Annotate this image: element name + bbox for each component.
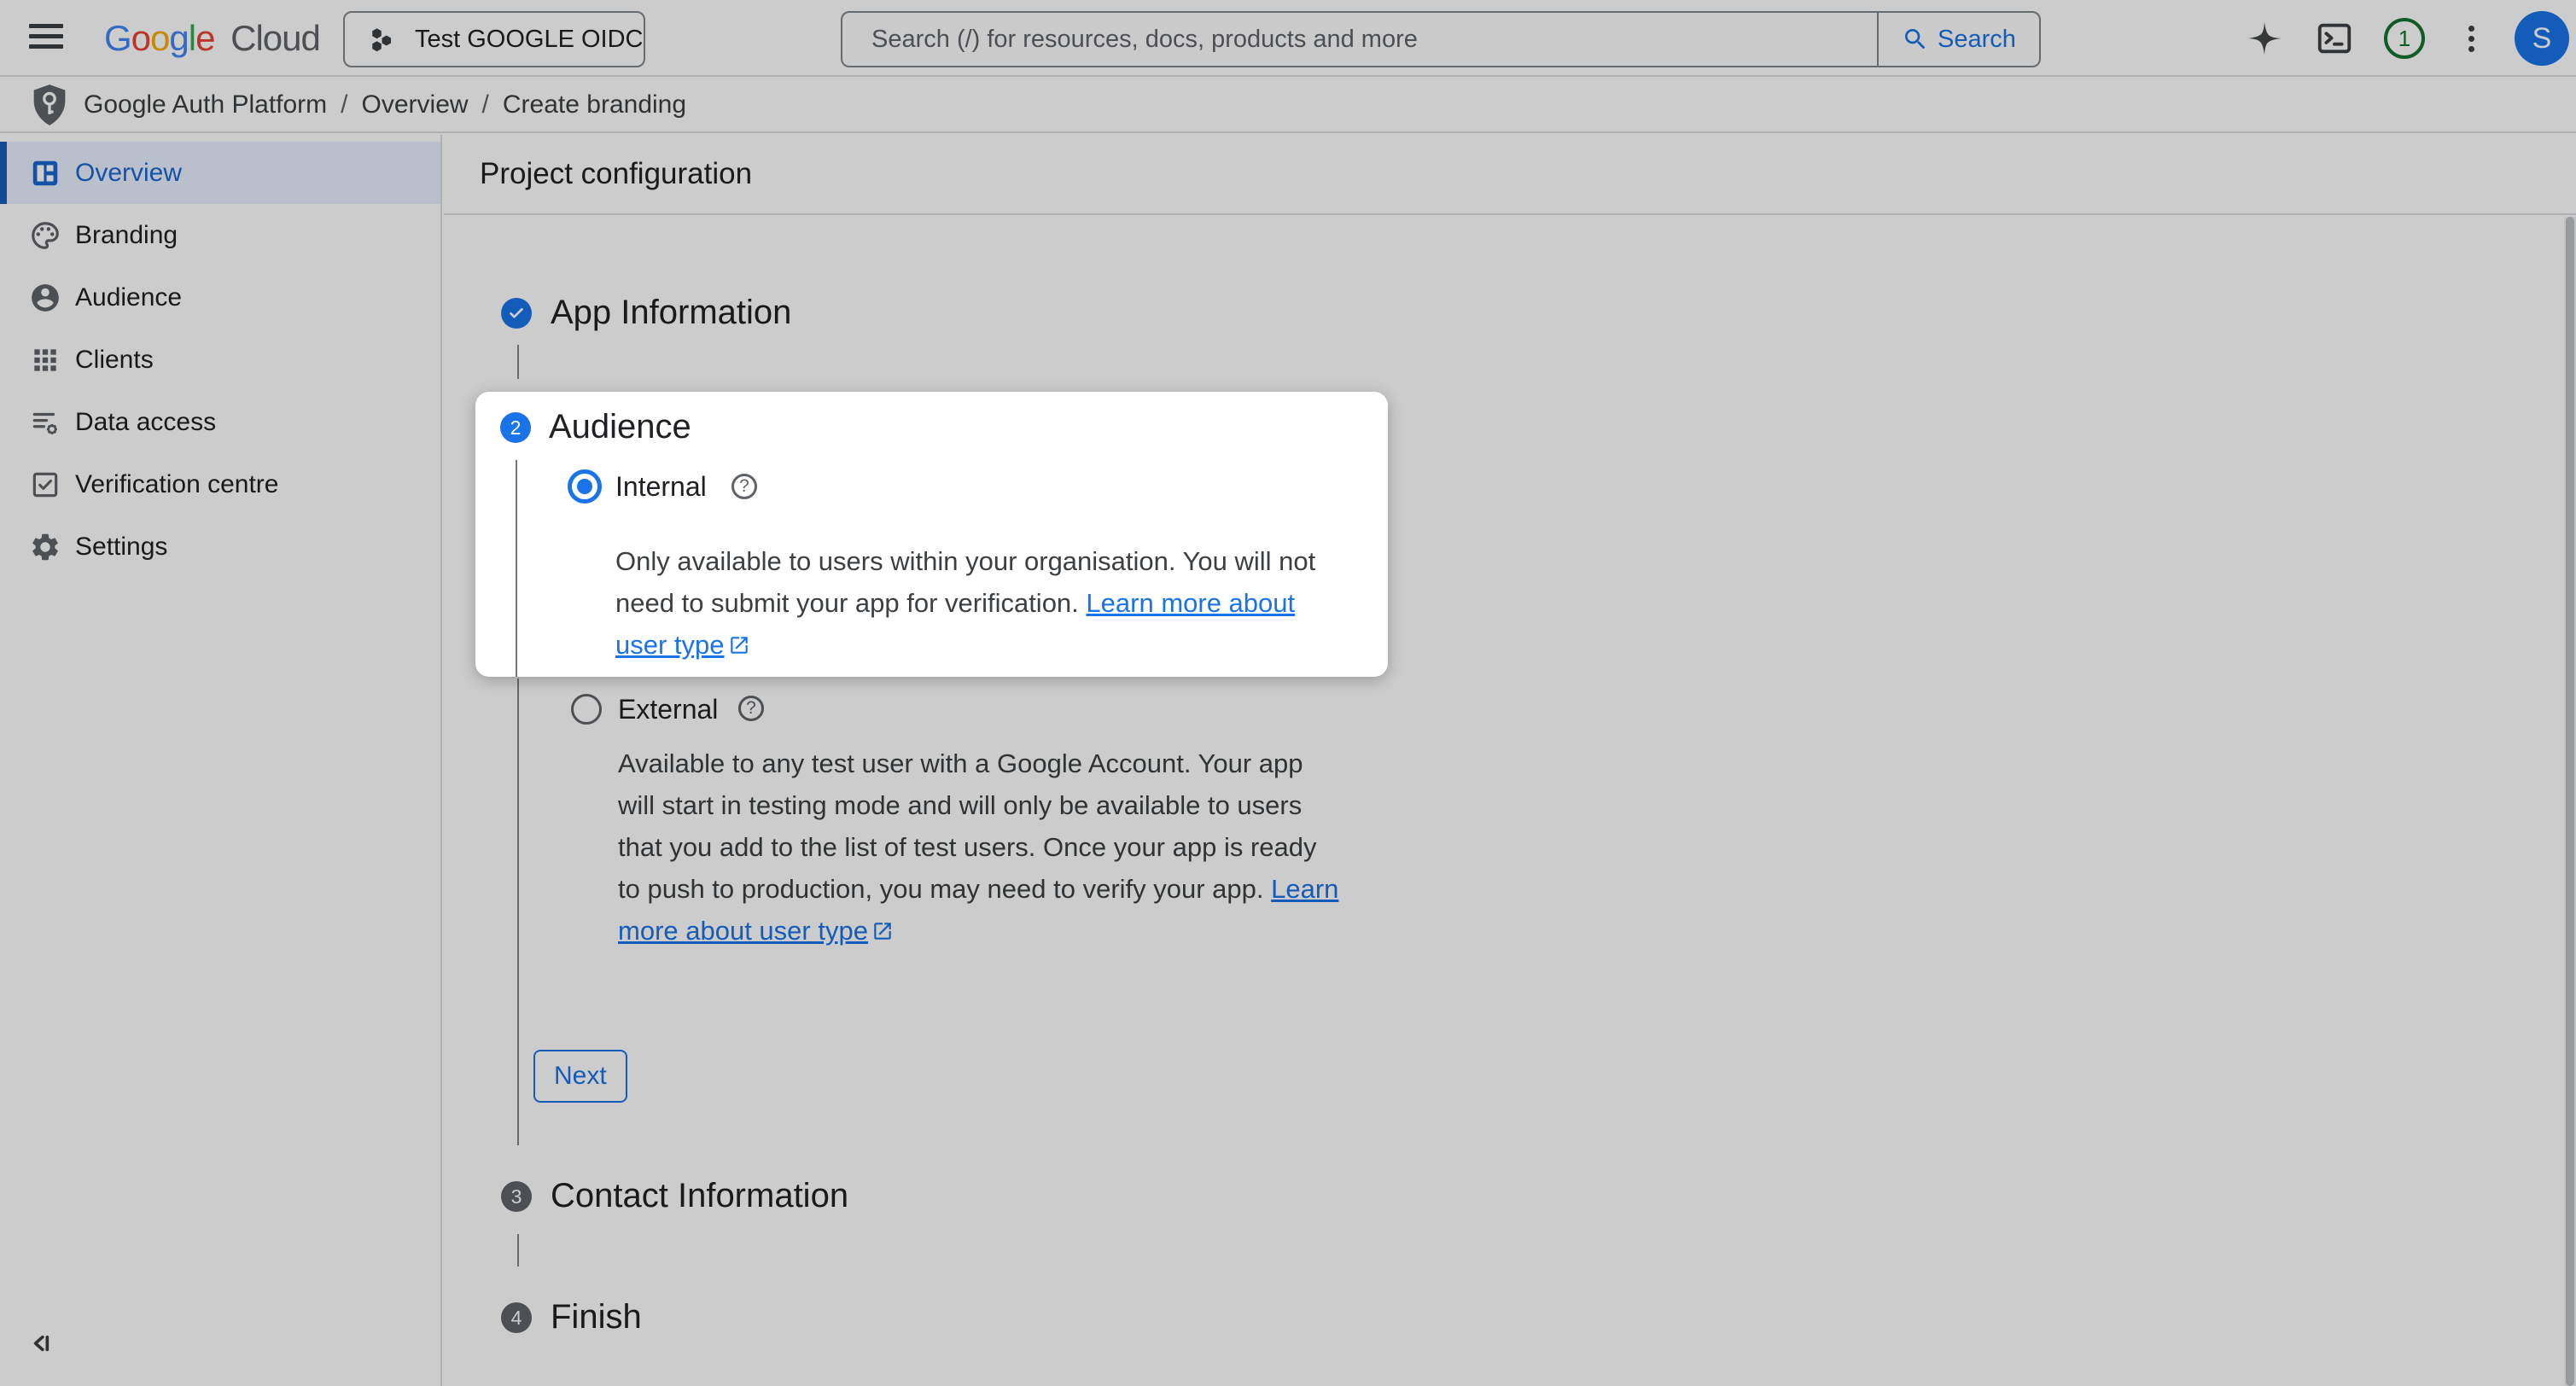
dim-overlay: [0, 0, 2576, 1386]
stepper-connector: [516, 460, 517, 677]
internal-radio[interactable]: [568, 469, 602, 504]
internal-help-icon[interactable]: ?: [731, 474, 757, 499]
internal-radio-label: Internal: [615, 471, 707, 503]
step-2-badge: 2: [500, 412, 531, 443]
step-2-title: Audience: [549, 408, 691, 446]
audience-step-card: 2 Audience Internal ? Only available to …: [475, 392, 1388, 677]
internal-description: Only available to users within your orga…: [615, 540, 1349, 668]
external-link-icon: [728, 626, 750, 668]
